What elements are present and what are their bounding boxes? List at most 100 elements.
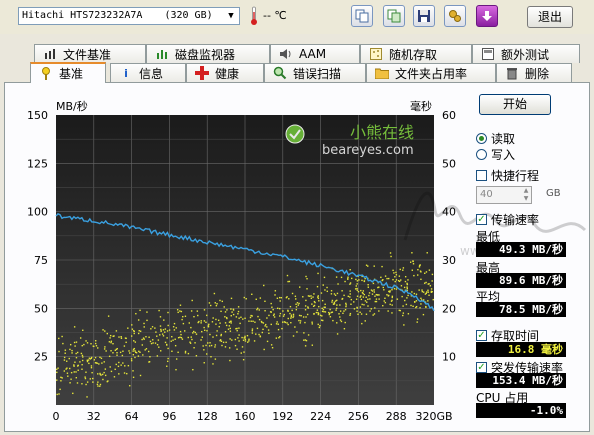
access-time-point [362, 290, 365, 292]
access-time-point [82, 356, 84, 358]
access-time-point [207, 342, 209, 344]
tab-error-scan[interactable]: 错误扫描 [264, 63, 366, 82]
access-time-point [134, 351, 137, 353]
download-button[interactable] [476, 5, 498, 27]
access-time-point [317, 313, 320, 316]
checkbox-box[interactable]: ✓ [476, 214, 487, 225]
access-time-point [167, 311, 169, 314]
access-time-point [102, 378, 104, 381]
read-radio[interactable]: 读取 [476, 130, 515, 147]
access-time-point [365, 264, 368, 266]
x-tick-label: 96 [162, 410, 176, 420]
short-stroke-value: 40 [480, 189, 493, 200]
checkbox-box[interactable]: ✓ [476, 362, 487, 373]
access-time-point [269, 311, 272, 313]
access-time-point [368, 294, 370, 297]
access-time-point [92, 377, 94, 380]
chevron-down-icon[interactable]: ▼ [223, 8, 239, 24]
tab-benchmark[interactable]: 基准 [30, 62, 106, 83]
tab-aam[interactable]: AAM [270, 44, 360, 63]
access-time-point [215, 334, 218, 337]
access-time-point [79, 337, 82, 339]
tab-health[interactable]: 健康 [186, 63, 264, 82]
access-time-point [162, 335, 165, 337]
exit-button[interactable]: 退出 [527, 6, 573, 28]
access-time-point [310, 295, 312, 297]
access-time-point [364, 300, 367, 302]
tab-disk-monitor[interactable]: 磁盘监视器 [146, 44, 270, 63]
access-time-point [157, 339, 160, 341]
access-time-point [416, 321, 418, 323]
copy-screenshot-button[interactable] [383, 5, 405, 27]
access-time-point [242, 318, 244, 320]
copy-text-button[interactable] [351, 5, 373, 27]
checkbox-box[interactable] [476, 170, 487, 181]
tab-folder-usage[interactable]: 文件夹占用率 [366, 63, 496, 82]
tab-erase[interactable]: 删除 [496, 63, 572, 82]
access-time-point [131, 324, 133, 326]
access-time-point [392, 278, 394, 281]
radio-indicator[interactable] [476, 133, 487, 144]
access-time-point [149, 356, 151, 358]
checkbox-box[interactable]: ✓ [476, 330, 487, 341]
access-time-point [267, 329, 270, 331]
spin-up-icon[interactable]: ▲ [521, 187, 531, 195]
access-time-point [64, 349, 67, 351]
drive-select[interactable]: Hitachi HTS723232A7A (320 GB) ▼ [18, 7, 240, 25]
access-time-point [287, 280, 289, 283]
access-time-point [307, 307, 309, 309]
write-radio[interactable]: 写入 [476, 146, 515, 163]
access-time-point [402, 267, 405, 269]
access-time-point [316, 309, 319, 311]
access-time-point [239, 322, 241, 325]
spin-down-icon[interactable]: ▼ [521, 195, 531, 203]
access-time-point [412, 263, 415, 265]
access-time-point [370, 308, 372, 310]
access-time-point [395, 279, 398, 281]
tab-file-benchmark[interactable]: 文件基准 [34, 44, 146, 63]
health-cross-icon [195, 66, 209, 80]
access-time-point [248, 340, 250, 342]
access-time-point [334, 294, 337, 296]
access-time-point [391, 289, 393, 291]
access-time-point [84, 376, 86, 378]
access-time-point [317, 295, 319, 297]
transfer-rate-checkbox[interactable]: ✓ 传输速率 [476, 211, 539, 228]
access-time-point [152, 339, 154, 341]
access-time-point [162, 329, 165, 331]
tab-random-access[interactable]: 随机存取 [360, 44, 472, 63]
access-time-point [251, 293, 253, 295]
access-time-point [109, 334, 112, 337]
access-time-point [104, 346, 106, 348]
access-time-point [226, 309, 228, 311]
short-stroke-checkbox[interactable]: 快捷行程 [476, 167, 539, 184]
start-button[interactable]: 开始 [479, 94, 551, 115]
access-time-point [256, 308, 258, 311]
access-time-point [277, 323, 279, 325]
access-time-point [103, 371, 105, 374]
options-button[interactable] [444, 5, 466, 27]
access-time-point [202, 345, 204, 347]
y-axis-ticks: 25 50 75 100 125 150 [27, 109, 48, 364]
access-time-point [302, 296, 304, 298]
access-time-point [360, 289, 362, 292]
access-time-point [420, 271, 422, 273]
access-time-point [367, 298, 369, 300]
radio-indicator[interactable] [476, 149, 487, 160]
access-time-point [145, 348, 148, 350]
x-tick-label: 224 [310, 410, 331, 420]
access-time-point [116, 352, 118, 354]
access-time-point [268, 314, 270, 317]
access-time-point [209, 333, 211, 336]
access-time-point [132, 370, 134, 372]
tab-info[interactable]: i 信息 [110, 63, 186, 82]
short-stroke-size-input[interactable]: 40 ▲ ▼ [476, 186, 532, 204]
access-time-point [294, 326, 296, 328]
access-time-point [319, 324, 321, 327]
access-time-point [290, 321, 292, 324]
access-time-point [400, 285, 403, 287]
access-time-point [69, 343, 72, 346]
access-time-point [292, 315, 295, 317]
save-button[interactable] [413, 5, 435, 27]
tab-extra-tests[interactable]: 额外测试 [472, 44, 580, 63]
